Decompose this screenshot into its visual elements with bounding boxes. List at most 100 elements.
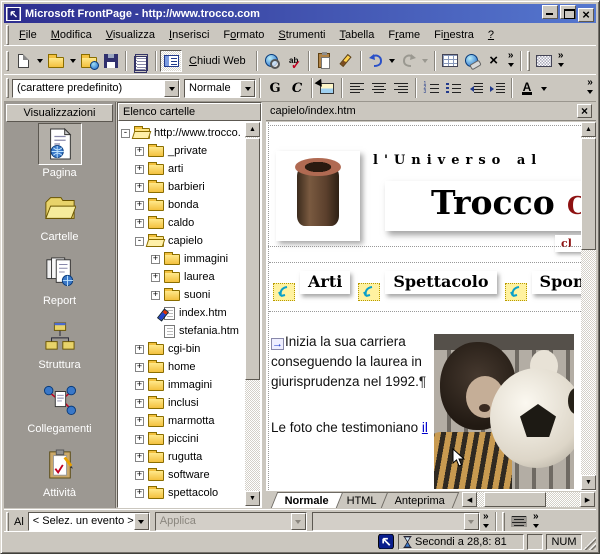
tree-item[interactable]: immagini bbox=[119, 250, 245, 268]
close-page-icon[interactable] bbox=[577, 104, 592, 118]
tree-expander-icon[interactable] bbox=[135, 147, 144, 156]
toolbar-grip[interactable] bbox=[6, 78, 9, 98]
tree-expander-icon[interactable] bbox=[135, 453, 144, 462]
font-combo-arrow[interactable] bbox=[164, 80, 179, 97]
toolbar-grip[interactable] bbox=[6, 512, 9, 532]
menu-item[interactable]: Modifica bbox=[44, 26, 99, 44]
view-item-cartelle[interactable]: Cartelle bbox=[5, 187, 114, 250]
style-combo-arrow[interactable] bbox=[240, 80, 255, 97]
scroll-right-icon[interactable] bbox=[580, 492, 595, 507]
bullet-list-button[interactable] bbox=[442, 77, 464, 99]
tree-item[interactable]: bonda bbox=[119, 196, 245, 214]
editor-scrollbar[interactable] bbox=[581, 122, 596, 490]
tree-expander-icon[interactable] bbox=[135, 489, 144, 498]
tree-expander-icon[interactable] bbox=[135, 471, 144, 480]
style-combo[interactable]: Normale bbox=[184, 79, 256, 98]
editor-view-tab[interactable]: Anteprima bbox=[381, 492, 460, 508]
new-page-dropdown[interactable] bbox=[34, 50, 45, 72]
scroll-up-icon[interactable] bbox=[245, 122, 260, 137]
tree-expander-icon[interactable] bbox=[135, 219, 144, 228]
tree-expander-icon[interactable] bbox=[135, 345, 144, 354]
scroll-down-icon[interactable] bbox=[245, 491, 260, 506]
menu-item[interactable]: ? bbox=[481, 26, 501, 44]
hover-button-icon[interactable] bbox=[358, 283, 380, 301]
hyperlink-button[interactable] bbox=[461, 50, 483, 72]
tree-item[interactable]: capielo bbox=[119, 232, 245, 250]
apply-combo-arrow[interactable] bbox=[291, 513, 306, 530]
tree-item[interactable]: home bbox=[119, 358, 245, 376]
tree-item[interactable]: spettacolo bbox=[119, 484, 245, 502]
redo-button[interactable] bbox=[398, 50, 420, 72]
tree-expander-icon[interactable] bbox=[135, 201, 144, 210]
preview-browser-button[interactable] bbox=[261, 50, 283, 72]
font-color-dropdown[interactable] bbox=[538, 77, 549, 99]
hover-button-icon[interactable] bbox=[505, 283, 527, 301]
scroll-down-icon[interactable] bbox=[581, 475, 596, 490]
nav-button[interactable]: Sponsor bbox=[532, 271, 581, 294]
tree-item[interactable]: cgi-bin bbox=[119, 340, 245, 358]
tree-item[interactable]: immagini bbox=[119, 376, 245, 394]
view-item-pagina[interactable]: Pagina bbox=[5, 123, 114, 186]
toolbar-grip[interactable] bbox=[502, 512, 505, 532]
tree-expander-icon[interactable] bbox=[135, 417, 144, 426]
paste-button[interactable] bbox=[313, 50, 335, 72]
folder-list-toggle[interactable] bbox=[160, 50, 182, 72]
view-item-attivita[interactable]: Attività bbox=[5, 443, 114, 506]
tree-item[interactable]: stefania.htm bbox=[119, 322, 245, 340]
open-button[interactable] bbox=[45, 50, 67, 72]
body-text[interactable]: Inizia la sua carriera conseguendo la la… bbox=[271, 332, 433, 438]
tree-item[interactable]: suoni bbox=[119, 286, 245, 304]
align-right-button[interactable] bbox=[390, 77, 412, 99]
editor-view-tab[interactable]: Normale bbox=[271, 492, 343, 508]
tree-expander-icon[interactable] bbox=[151, 255, 160, 264]
effect-combo[interactable] bbox=[312, 512, 480, 531]
minimize-button[interactable] bbox=[542, 5, 558, 19]
menu-item[interactable]: Finestra bbox=[427, 26, 481, 44]
effect-combo-arrow[interactable] bbox=[464, 513, 479, 530]
increase-indent-button[interactable] bbox=[486, 77, 508, 99]
forms-toolbar-button[interactable] bbox=[533, 50, 555, 72]
tree-expander-icon[interactable] bbox=[135, 363, 144, 372]
tree-item[interactable]: arti bbox=[119, 160, 245, 178]
menu-item[interactable]: Inserisci bbox=[162, 26, 216, 44]
tree-expander-icon[interactable] bbox=[151, 291, 160, 300]
hover-button-icon[interactable] bbox=[273, 283, 295, 301]
tree-item[interactable]: http://www.trocco. bbox=[119, 124, 245, 142]
tree-item[interactable]: rugutta bbox=[119, 448, 245, 466]
highlight-effect-button[interactable] bbox=[508, 511, 530, 533]
tree-expander-icon[interactable] bbox=[135, 165, 144, 174]
editor-hscrollbar[interactable] bbox=[462, 492, 595, 507]
toolbar-overflow-chevron[interactable] bbox=[530, 512, 542, 532]
folder-scrollbar[interactable] bbox=[245, 122, 260, 506]
stop-button[interactable]: × bbox=[483, 50, 505, 72]
toolbar-grip[interactable] bbox=[527, 51, 530, 71]
tree-expander-icon[interactable] bbox=[121, 129, 130, 138]
scrollbar-thumb[interactable] bbox=[581, 138, 596, 250]
print-button[interactable] bbox=[130, 50, 152, 72]
tree-item[interactable]: software bbox=[119, 466, 245, 484]
view-item-collegamenti[interactable]: Collegamenti bbox=[5, 379, 114, 442]
italic-button[interactable]: C bbox=[286, 77, 308, 99]
tree-expander-icon[interactable] bbox=[135, 381, 144, 390]
save-button[interactable] bbox=[100, 50, 122, 72]
views-header[interactable]: Visualizzazioni bbox=[6, 104, 113, 122]
nav-button[interactable]: Spettacolo bbox=[385, 271, 496, 294]
log-image[interactable] bbox=[276, 151, 360, 241]
open-dropdown[interactable] bbox=[67, 50, 78, 72]
tree-expander-icon[interactable] bbox=[135, 237, 144, 246]
menu-item[interactable]: Strumenti bbox=[271, 26, 332, 44]
nav-button[interactable]: Arti bbox=[300, 271, 350, 294]
open-web-button[interactable] bbox=[78, 50, 100, 72]
toolbar-overflow-chevron[interactable] bbox=[555, 51, 567, 71]
close-web-button[interactable]: Chiudi Web bbox=[182, 50, 253, 72]
tree-expander-icon[interactable] bbox=[135, 183, 144, 192]
decrease-indent-button[interactable] bbox=[464, 77, 486, 99]
undo-button[interactable] bbox=[365, 50, 387, 72]
toolbar-grip[interactable] bbox=[6, 25, 9, 45]
menu-item[interactable]: Visualizza bbox=[99, 26, 162, 44]
tree-expander-icon[interactable] bbox=[135, 399, 144, 408]
scrollbar-thumb[interactable] bbox=[484, 492, 546, 507]
apply-combo[interactable]: Applica bbox=[155, 512, 307, 531]
tree-item[interactable]: index.htm bbox=[119, 304, 245, 322]
scroll-left-icon[interactable] bbox=[462, 492, 477, 507]
